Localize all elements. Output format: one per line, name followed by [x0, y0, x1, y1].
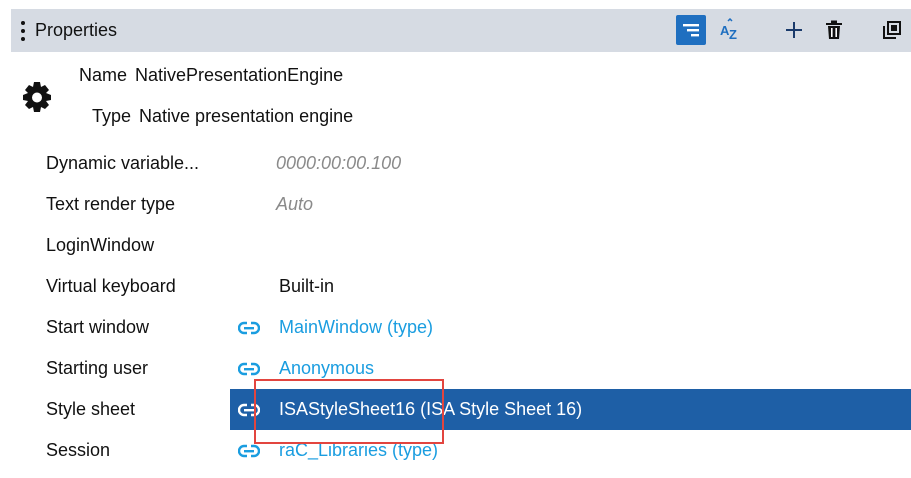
- type-label: Type: [92, 106, 132, 126]
- categorized-view-icon: [683, 24, 699, 37]
- link-icon[interactable]: [238, 443, 260, 459]
- property-name: Text render type: [46, 194, 176, 214]
- property-row-virtual-keyboard[interactable]: Virtual keyboard Built-in: [11, 266, 911, 307]
- link-icon[interactable]: [238, 320, 260, 336]
- property-name: Session: [46, 440, 111, 460]
- name-value: NativePresentationEngine: [135, 65, 344, 85]
- categorized-view-button[interactable]: [676, 15, 706, 45]
- property-value[interactable]: Built-in: [279, 276, 334, 297]
- property-row-start-window[interactable]: Start window MainWindow (type): [11, 307, 911, 348]
- trash-icon: [826, 20, 842, 39]
- link-icon[interactable]: [238, 361, 260, 377]
- panel-header: Properties A Z: [11, 9, 911, 52]
- add-button[interactable]: [779, 15, 809, 45]
- type-value: Native presentation engine: [139, 106, 354, 126]
- gear-icon: [23, 82, 51, 112]
- property-row-login-window[interactable]: LoginWindow: [11, 225, 911, 266]
- property-name: Starting user: [46, 358, 149, 378]
- popout-icon: [883, 21, 901, 39]
- property-name: Style sheet: [46, 399, 136, 419]
- property-row-text-render-type[interactable]: Text render type Auto: [11, 184, 911, 225]
- annotation-highlight-box: [254, 379, 444, 444]
- property-value[interactable]: Auto: [276, 194, 313, 215]
- object-summary: Name NativePresentationEngine Type Native …: [11, 52, 911, 142]
- sort-az-button[interactable]: A Z: [715, 15, 745, 45]
- svg-text:Z: Z: [729, 27, 737, 42]
- properties-panel: Properties A Z Name NativePresentationEn…: [11, 9, 911, 478]
- property-value[interactable]: 0000:00:00.100: [276, 153, 401, 174]
- name-row: Name NativePresentationEngine: [79, 65, 343, 86]
- property-name: Start window: [46, 317, 150, 337]
- name-label: Name: [79, 65, 128, 85]
- popout-button[interactable]: [877, 15, 907, 45]
- sort-az-icon: A Z: [720, 18, 737, 42]
- property-link-value[interactable]: MainWindow (type): [279, 317, 433, 338]
- property-name: Dynamic variable...: [46, 153, 200, 173]
- menu-dots-icon[interactable]: [19, 19, 27, 43]
- property-row-style-sheet[interactable]: Style sheet ISAStyleSheet16 (ISA Style S…: [11, 389, 911, 430]
- property-link-value[interactable]: Anonymous: [279, 358, 374, 379]
- property-row-dynamic-variable[interactable]: Dynamic variable... 0000:00:00.100: [11, 143, 911, 184]
- plus-icon: [786, 22, 802, 38]
- property-row-starting-user[interactable]: Starting user Anonymous: [11, 348, 911, 389]
- delete-button[interactable]: [819, 15, 849, 45]
- type-row: Type Native presentation engine: [92, 106, 353, 127]
- panel-title: Properties: [35, 20, 118, 40]
- property-row-session[interactable]: Session raC_Libraries (type): [11, 430, 911, 471]
- property-name: LoginWindow: [46, 235, 155, 255]
- property-name: Virtual keyboard: [46, 276, 176, 296]
